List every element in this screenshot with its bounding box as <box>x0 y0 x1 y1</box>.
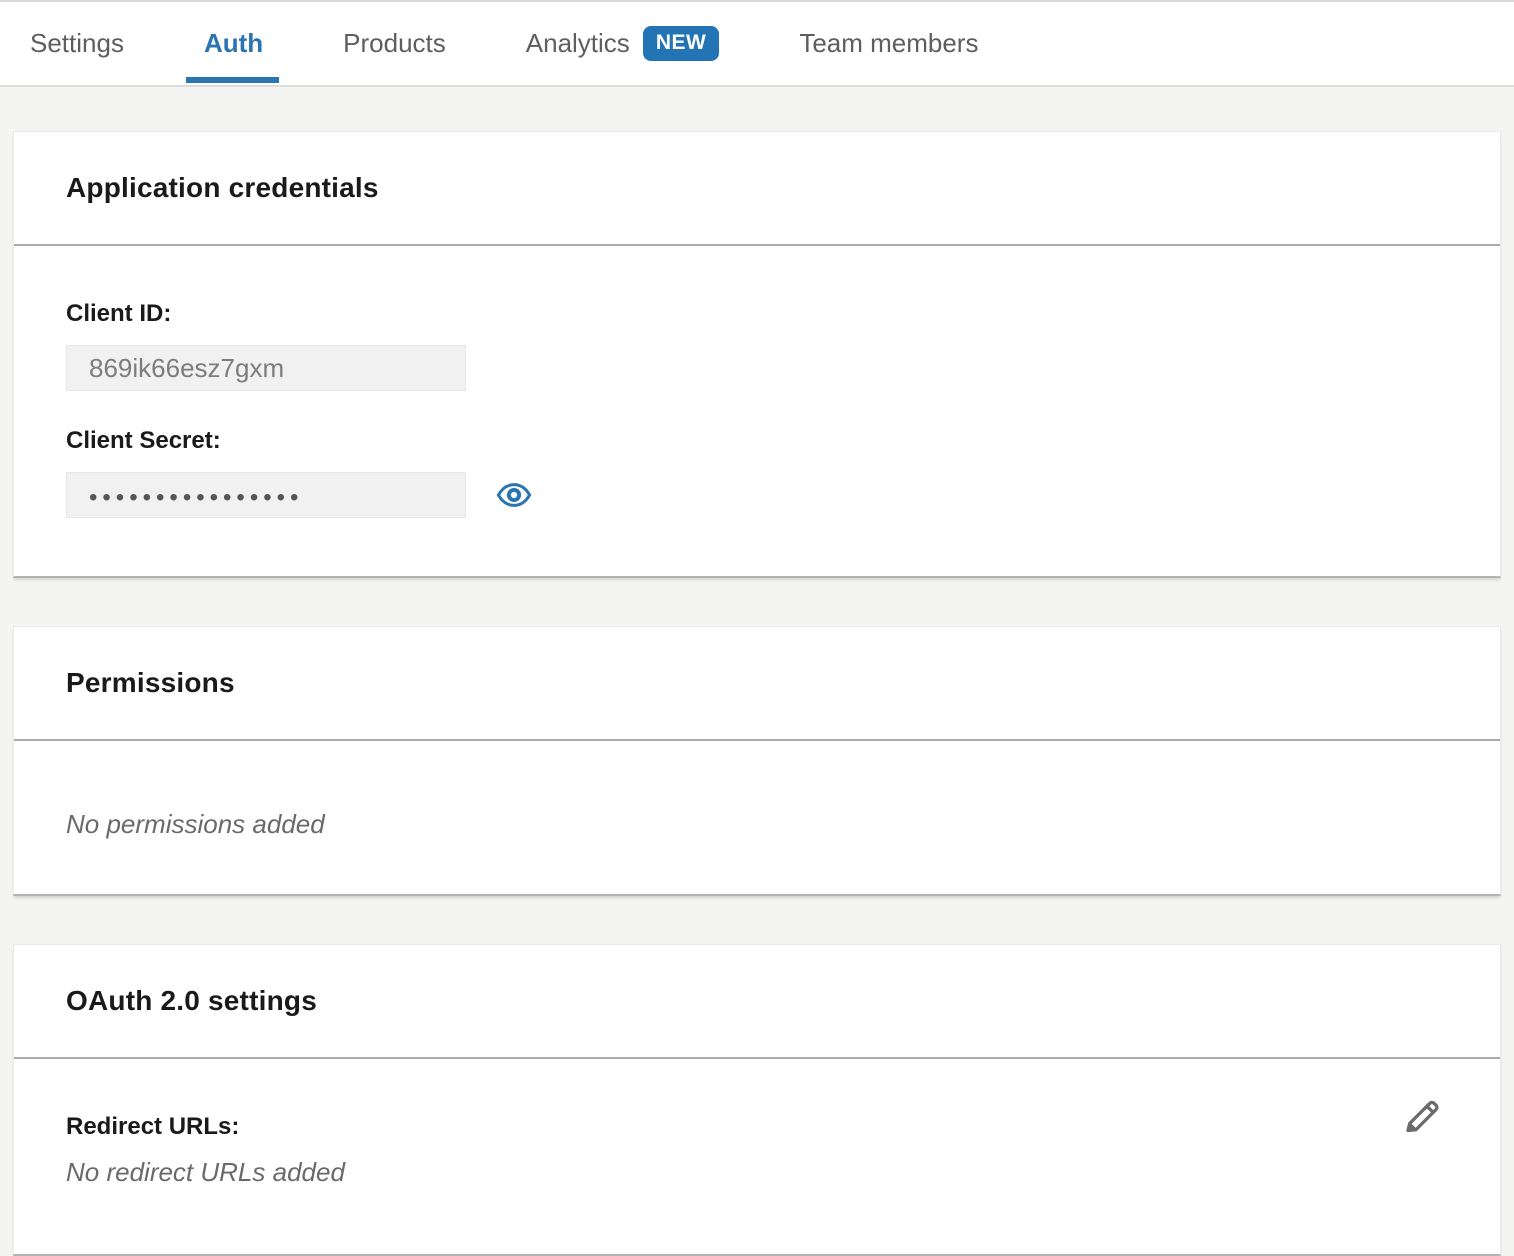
tab-auth[interactable]: Auth <box>204 2 263 85</box>
tab-products[interactable]: Products <box>343 2 446 85</box>
permissions-title: Permissions <box>66 667 235 699</box>
client-secret-masked-text: •••••••••••••••• <box>89 480 303 510</box>
oauth-settings-card: OAuth 2.0 settings Redirect URLs: No red… <box>13 944 1501 1256</box>
tab-settings[interactable]: Settings <box>30 2 124 85</box>
client-secret-value: •••••••••••••••• <box>66 472 466 518</box>
tab-analytics[interactable]: Analytics NEW <box>526 2 720 85</box>
tab-products-label: Products <box>343 28 446 59</box>
client-secret-label: Client Secret: <box>66 427 1448 455</box>
reveal-secret-button[interactable] <box>496 482 532 508</box>
permissions-header: Permissions <box>14 627 1500 741</box>
tab-analytics-label: Analytics <box>526 28 630 59</box>
edit-redirect-urls-button[interactable] <box>1398 1091 1444 1139</box>
app-tab-bar: Settings Auth Products Analytics NEW Tea… <box>0 2 1514 87</box>
tab-team-members[interactable]: Team members <box>799 2 978 85</box>
tab-auth-label: Auth <box>204 28 263 59</box>
pencil-icon <box>1398 1091 1444 1139</box>
permissions-empty-text: No permissions added <box>66 809 1448 840</box>
oauth-settings-body: Redirect URLs: No redirect URLs added <box>14 1059 1500 1254</box>
new-badge: NEW <box>643 26 720 61</box>
application-credentials-header: Application credentials <box>14 132 1500 246</box>
redirect-urls-empty-text: No redirect URLs added <box>66 1157 1448 1188</box>
oauth-settings-title: OAuth 2.0 settings <box>66 985 317 1017</box>
client-id-value: 869ik66esz7gxm <box>66 345 466 391</box>
oauth-settings-header: OAuth 2.0 settings <box>14 945 1500 1059</box>
tab-team-members-label: Team members <box>799 28 978 59</box>
application-credentials-body: Client ID: 869ik66esz7gxm Client Secret:… <box>14 246 1500 576</box>
client-id-label: Client ID: <box>66 300 1448 328</box>
permissions-card: Permissions No permissions added <box>13 626 1501 896</box>
eye-icon <box>496 482 532 508</box>
client-id-text: 869ik66esz7gxm <box>89 353 284 384</box>
page-content: Application credentials Client ID: 869ik… <box>0 87 1514 1256</box>
client-secret-row: •••••••••••••••• <box>66 472 1448 518</box>
tab-settings-label: Settings <box>30 28 124 59</box>
application-credentials-card: Application credentials Client ID: 869ik… <box>13 131 1501 578</box>
redirect-urls-label: Redirect URLs: <box>66 1113 1448 1141</box>
permissions-body: No permissions added <box>14 741 1500 894</box>
application-credentials-title: Application credentials <box>66 172 379 204</box>
